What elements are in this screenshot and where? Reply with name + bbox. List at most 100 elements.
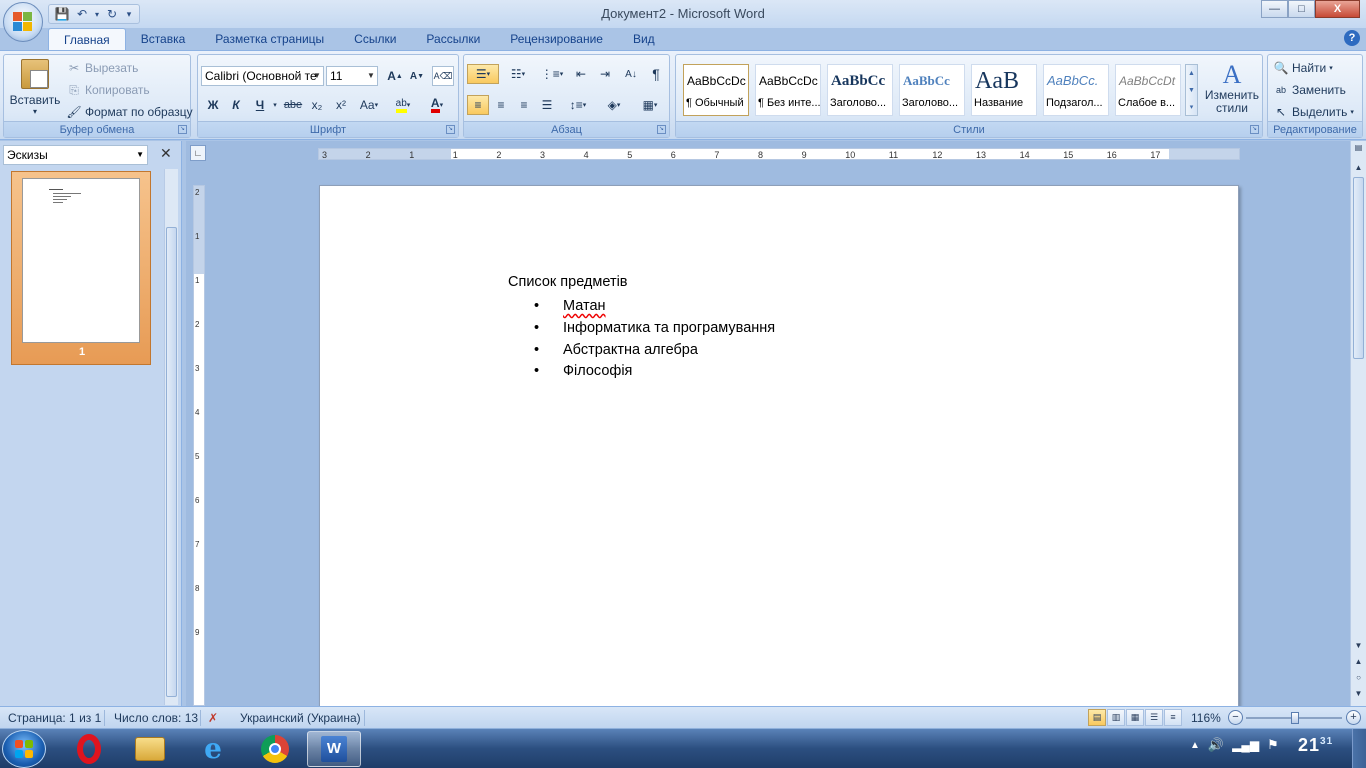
- ruler-toggle-icon[interactable]: ▤: [1353, 143, 1364, 152]
- document-page[interactable]: Список предметів • Матан • Інформатика та …: [319, 185, 1239, 706]
- change-case-button[interactable]: Aa ▾: [354, 95, 384, 115]
- close-icon[interactable]: ✕: [160, 145, 172, 162]
- maximize-button[interactable]: □: [1288, 0, 1315, 18]
- multilevel-list-button[interactable]: ⋮≡ ▾: [536, 64, 568, 84]
- tab-review[interactable]: Рецензирование: [495, 28, 618, 50]
- zoom-level[interactable]: 116%: [1191, 711, 1221, 725]
- minimize-button[interactable]: —: [1261, 0, 1288, 18]
- full-screen-reading-icon[interactable]: ▥: [1107, 709, 1125, 726]
- close-button[interactable]: X: [1315, 0, 1360, 18]
- align-right-button[interactable]: ≡: [513, 95, 535, 115]
- word-taskbar-button[interactable]: W: [307, 731, 361, 767]
- list-title[interactable]: Список предметів: [508, 274, 628, 290]
- tab-view[interactable]: Вид: [618, 28, 670, 50]
- start-button[interactable]: [2, 730, 46, 768]
- underline-button[interactable]: Ч: [249, 95, 271, 115]
- scroll-thumb[interactable]: [1353, 177, 1364, 359]
- show-hidden-icons-icon[interactable]: ▲: [1190, 740, 1200, 751]
- font-name-combo[interactable]: Calibri (Основной те ▼: [201, 66, 324, 86]
- explorer-taskbar-button[interactable]: [123, 731, 177, 767]
- previous-page-icon[interactable]: ▲: [1353, 657, 1364, 666]
- next-page-icon[interactable]: ▼: [1353, 689, 1364, 698]
- cut-button[interactable]: ✂ Вырезать: [66, 60, 138, 76]
- grow-font-button[interactable]: A ▲: [384, 66, 406, 86]
- horizontal-ruler[interactable]: 3 2 1 1 2 3 4 5 6 7 8 9 10 11 12 13 14 15 16 17: [318, 148, 1240, 160]
- thumbnails-scrollbar[interactable]: [164, 169, 178, 705]
- list-item[interactable]: • Абстрактна алгебра: [508, 340, 775, 362]
- tab-page-layout[interactable]: Разметка страницы: [200, 28, 339, 50]
- dialog-launcher-icon[interactable]: ↘: [657, 125, 666, 134]
- scroll-up-icon[interactable]: ▲: [1353, 163, 1364, 172]
- network-icon[interactable]: ▂▄▆: [1232, 738, 1259, 752]
- replace-button[interactable]: ab Заменить: [1273, 82, 1346, 98]
- underline-dropdown-icon[interactable]: ▾: [270, 95, 280, 115]
- font-size-combo[interactable]: 11 ▼: [326, 66, 378, 86]
- web-layout-icon[interactable]: ▦: [1126, 709, 1144, 726]
- volume-icon[interactable]: 🔊: [1208, 737, 1224, 753]
- navigation-view-select[interactable]: Эскизы ▼: [3, 145, 148, 165]
- page-count[interactable]: Страница: 1 из 1: [8, 711, 101, 725]
- office-button[interactable]: [3, 2, 43, 42]
- internet-explorer-taskbar-button[interactable]: e: [186, 731, 240, 767]
- numbering-button[interactable]: ☷ ▾: [502, 64, 534, 84]
- language-indicator[interactable]: Украинский (Украина): [240, 711, 361, 725]
- format-painter-button[interactable]: 🖌 Формат по образцу: [66, 104, 192, 120]
- copy-button[interactable]: ⎘ Копировать: [66, 82, 149, 98]
- italic-button[interactable]: К: [225, 95, 247, 115]
- style-heading-1[interactable]: AaBbCc Заголово...: [827, 64, 893, 116]
- justify-button[interactable]: ☰: [536, 95, 558, 115]
- print-layout-icon[interactable]: ▤: [1088, 709, 1106, 726]
- dialog-launcher-icon[interactable]: ↘: [1250, 125, 1259, 134]
- tab-insert[interactable]: Вставка: [126, 28, 201, 50]
- zoom-in-icon[interactable]: +: [1346, 710, 1361, 725]
- font-color-button[interactable]: A ▾: [422, 95, 452, 115]
- scroll-thumb[interactable]: [166, 227, 177, 697]
- style-subtitle[interactable]: AaBbCc. Подзагол...: [1043, 64, 1109, 116]
- draft-icon[interactable]: ≡: [1164, 709, 1182, 726]
- style-subtle-emphasis[interactable]: AaBbCcDt Слабое в...: [1115, 64, 1181, 116]
- page-thumbnail[interactable]: 1: [11, 171, 151, 365]
- superscript-button[interactable]: x²: [330, 95, 352, 115]
- outline-icon[interactable]: ☰: [1145, 709, 1163, 726]
- shading-button[interactable]: ◈ ▾: [598, 95, 630, 115]
- bullets-button[interactable]: ☰ ▾: [467, 64, 499, 84]
- proofing-icon[interactable]: ✗: [208, 711, 218, 725]
- vertical-ruler[interactable]: 2 1 1 2 3 4 5 6 7 8 9: [193, 185, 205, 706]
- styles-gallery-scroll[interactable]: ▲ ▼ ▾: [1185, 64, 1198, 116]
- change-styles-button[interactable]: A Изменить стили: [1203, 61, 1261, 115]
- align-center-button[interactable]: ≡: [490, 95, 512, 115]
- document-scrollbar[interactable]: ▤ ▲ ▼ ▲ ○ ▼: [1350, 141, 1366, 706]
- browse-object-icon[interactable]: ○: [1353, 673, 1364, 682]
- zoom-slider-thumb[interactable]: [1291, 712, 1299, 724]
- find-button[interactable]: 🔍 Найти ▾: [1273, 60, 1333, 76]
- tab-selector-icon[interactable]: ∟: [190, 145, 206, 161]
- highlight-button[interactable]: ab ▾: [388, 95, 418, 115]
- list-item[interactable]: • Матан: [508, 296, 775, 318]
- shrink-font-button[interactable]: A ▼: [406, 66, 428, 86]
- style-normal[interactable]: AaBbCcDc ¶ Обычный: [683, 64, 749, 116]
- sort-button[interactable]: A↓: [620, 64, 642, 84]
- zoom-out-icon[interactable]: −: [1228, 710, 1243, 725]
- show-desktop-button[interactable]: [1352, 729, 1366, 768]
- tab-references[interactable]: Ссылки: [339, 28, 411, 50]
- chrome-taskbar-button[interactable]: [248, 731, 302, 767]
- word-count[interactable]: Число слов: 13: [114, 711, 198, 725]
- opera-taskbar-button[interactable]: [62, 731, 116, 767]
- borders-button[interactable]: ▦ ▾: [634, 95, 666, 115]
- subscript-button[interactable]: x₂: [306, 95, 328, 115]
- select-button[interactable]: ↖ Выделить ▾: [1273, 104, 1354, 120]
- tab-mailings[interactable]: Рассылки: [411, 28, 495, 50]
- line-spacing-button[interactable]: ↕≡ ▾: [563, 95, 593, 115]
- bold-button[interactable]: Ж: [202, 95, 224, 115]
- style-no-spacing[interactable]: AaBbCcDc ¶ Без инте...: [755, 64, 821, 116]
- clear-format-button[interactable]: A⌫: [432, 66, 454, 86]
- scroll-down-icon[interactable]: ▼: [1353, 641, 1364, 650]
- style-heading-2[interactable]: AaBbCc Заголово...: [899, 64, 965, 116]
- list-item[interactable]: • Філософія: [508, 361, 775, 383]
- paste-button[interactable]: Вставить ▾: [8, 59, 62, 116]
- action-center-icon[interactable]: ⚑: [1267, 737, 1279, 753]
- tab-home[interactable]: Главная: [48, 28, 126, 50]
- help-icon[interactable]: ?: [1344, 30, 1360, 46]
- style-title[interactable]: AaB Название: [971, 64, 1037, 116]
- strikethrough-button[interactable]: abe: [282, 95, 304, 115]
